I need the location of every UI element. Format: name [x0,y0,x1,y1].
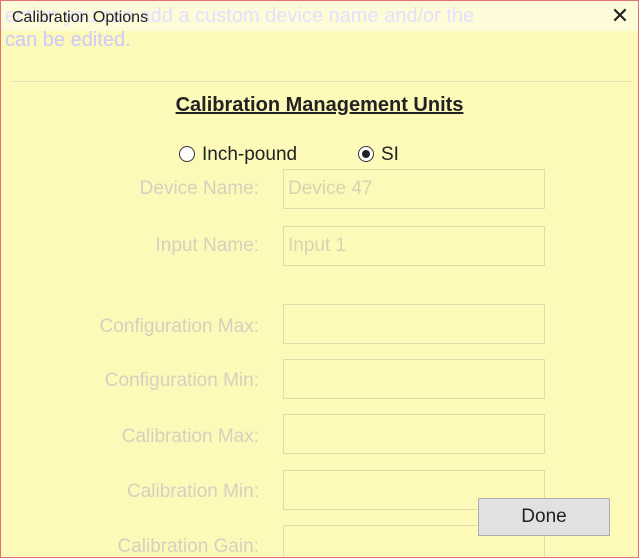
configuration-min-label: Configuration Min: [104,370,259,391]
inch-pound-radio[interactable] [179,146,195,162]
input-name-field[interactable]: Input 1 [283,226,545,266]
divider [11,81,631,82]
background-description-line2: can be edited. [5,29,131,51]
si-radio[interactable] [358,146,374,162]
calibration-options-dialog: ection you can add a custom device name … [0,0,639,558]
device-name-field[interactable]: Device 47 [283,169,545,209]
calibration-max-field[interactable] [283,414,545,454]
calibration-gain-label: Calibration Gain: [117,536,259,557]
configuration-max-label: Configuration Max: [99,316,259,337]
units-heading: Calibration Management Units [175,94,464,116]
close-icon[interactable]: ✕ [608,5,632,29]
dialog-title: Calibration Options [12,9,149,26]
configuration-max-field[interactable] [283,304,545,344]
inch-pound-label[interactable]: Inch-pound [202,144,297,166]
title-bar: Calibration Options ✕ [1,1,638,31]
si-label[interactable]: SI [381,144,399,166]
calibration-max-label: Calibration Max: [121,426,259,447]
done-button[interactable]: Done [478,498,610,536]
configuration-min-field[interactable] [283,359,545,399]
device-name-label: Device Name: [139,178,259,199]
background-form: ection you can add a custom device name … [1,1,638,557]
input-name-label: Input Name: [155,235,260,256]
calibration-min-label: Calibration Min: [127,481,259,502]
